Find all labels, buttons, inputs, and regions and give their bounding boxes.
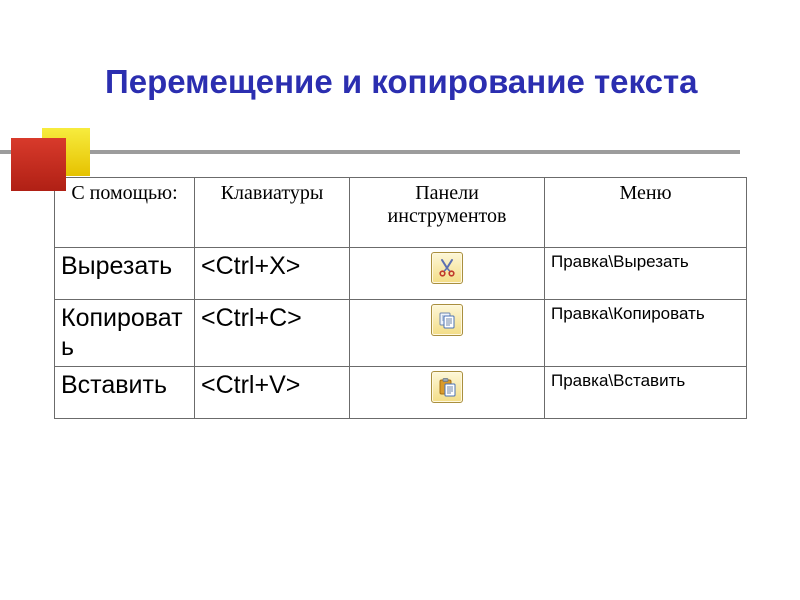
table-row: Копировать <Ctrl+C> [55, 300, 747, 367]
copy-button[interactable] [431, 304, 463, 336]
action-cell: Вырезать [55, 248, 195, 300]
toolbar-icon-cell [350, 300, 545, 367]
shortcut-cell: <Ctrl+X> [195, 248, 350, 300]
action-cell: Копировать [55, 300, 195, 367]
toolbar-icon-cell [350, 248, 545, 300]
copy-icon [437, 310, 457, 330]
toolbar-icon-cell [350, 366, 545, 418]
table-row: Вставить <Ctrl+V> [55, 366, 747, 418]
slide-title: Перемещение и копирование текста [105, 63, 740, 102]
cut-button[interactable] [431, 252, 463, 284]
table-header-row: С помощью: Клавиатуры Панели инструменто… [55, 178, 747, 248]
col-header-menu: Меню [545, 178, 747, 248]
slide: Перемещение и копирование текста С помощ… [0, 0, 800, 600]
menu-cell: Правка\Вставить [545, 366, 747, 418]
table-row: Вырезать <Ctrl+X> [55, 248, 747, 300]
paste-button[interactable] [431, 371, 463, 403]
decoration-red-square [11, 138, 66, 191]
cut-icon [437, 258, 457, 278]
paste-icon [437, 377, 457, 397]
decoration-line [0, 150, 740, 154]
shortcut-cell: <Ctrl+C> [195, 300, 350, 367]
col-header-help: С помощью: [55, 178, 195, 248]
col-header-keyboard: Клавиатуры [195, 178, 350, 248]
shortcuts-table-wrap: С помощью: Клавиатуры Панели инструменто… [54, 177, 746, 419]
action-cell: Вставить [55, 366, 195, 418]
menu-cell: Правка\Копировать [545, 300, 747, 367]
shortcuts-table: С помощью: Клавиатуры Панели инструменто… [54, 177, 747, 419]
menu-cell: Правка\Вырезать [545, 248, 747, 300]
shortcut-cell: <Ctrl+V> [195, 366, 350, 418]
col-header-toolbar: Панели инструментов [350, 178, 545, 248]
